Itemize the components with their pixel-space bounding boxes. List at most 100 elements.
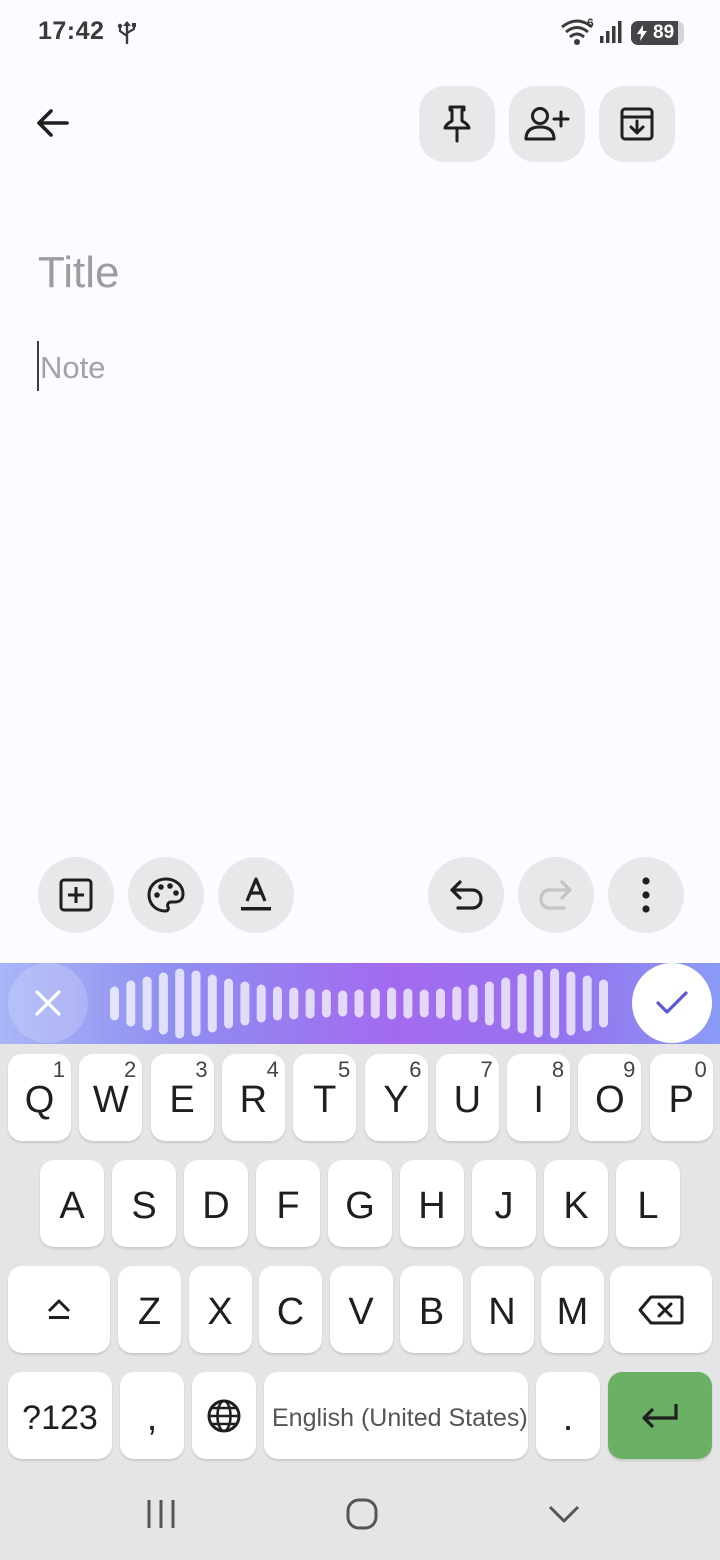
- key-label: S: [131, 1185, 157, 1227]
- key-x[interactable]: X: [188, 1266, 252, 1353]
- wifi-badge: 6: [587, 18, 594, 30]
- key-s[interactable]: S: [112, 1160, 176, 1247]
- back-button[interactable]: [24, 94, 82, 152]
- waveform-bar: [338, 990, 348, 1017]
- home-icon: [346, 1498, 378, 1530]
- waveform-bar: [224, 978, 234, 1029]
- more-options-button[interactable]: [608, 857, 684, 933]
- key-l[interactable]: L: [616, 1160, 680, 1247]
- key-hint: 0: [694, 1057, 707, 1082]
- symbols-key[interactable]: ?123: [8, 1372, 112, 1459]
- key-hint: 4: [266, 1057, 279, 1082]
- language-key[interactable]: [192, 1372, 256, 1459]
- key-hint: 1: [52, 1057, 65, 1082]
- key-t[interactable]: 5T: [293, 1054, 357, 1141]
- waveform-bar: [484, 981, 494, 1026]
- waveform-bar: [207, 974, 217, 1033]
- note-input[interactable]: [38, 344, 678, 392]
- waveform-bar: [158, 972, 168, 1035]
- voice-done-button[interactable]: [632, 963, 712, 1043]
- signal-icon: [599, 20, 623, 49]
- key-label: T: [313, 1079, 337, 1121]
- key-b[interactable]: B: [400, 1266, 463, 1353]
- waveform-bar: [582, 975, 592, 1032]
- space-key-label: English (United States): [272, 1404, 528, 1432]
- key-n[interactable]: N: [470, 1266, 534, 1353]
- key-q[interactable]: 1Q: [8, 1054, 71, 1141]
- waveform-bar: [240, 981, 250, 1026]
- waveform-bar: [419, 989, 429, 1018]
- waveform-bar: [566, 971, 576, 1036]
- close-icon: [35, 990, 61, 1016]
- key-g[interactable]: G: [328, 1160, 392, 1247]
- space-key[interactable]: English (United States): [264, 1372, 528, 1459]
- key-label: I: [533, 1079, 544, 1121]
- archive-button[interactable]: [599, 86, 675, 162]
- key-a[interactable]: A: [40, 1160, 104, 1247]
- check-icon: [656, 991, 688, 1014]
- period-key[interactable]: .: [536, 1372, 600, 1459]
- key-d[interactable]: D: [184, 1160, 248, 1247]
- voice-input-bar: [0, 963, 720, 1044]
- pin-button[interactable]: [419, 86, 495, 162]
- voice-cancel-button[interactable]: [8, 963, 88, 1043]
- more-vert-icon: [642, 877, 650, 913]
- key-e[interactable]: 3E: [150, 1054, 214, 1141]
- undo-button[interactable]: [428, 857, 504, 933]
- key-h[interactable]: H: [400, 1160, 464, 1247]
- title-input[interactable]: [38, 244, 678, 302]
- key-i[interactable]: 8I: [507, 1054, 571, 1141]
- enter-icon: [642, 1403, 678, 1428]
- waveform-bar: [321, 989, 331, 1018]
- key-m[interactable]: M: [541, 1266, 604, 1353]
- backspace-icon: [638, 1295, 684, 1324]
- waveform-bar: [387, 987, 397, 1020]
- status-bar: 17:42 6 89: [0, 0, 720, 66]
- home-button[interactable]: [338, 1490, 386, 1538]
- globe-icon: [207, 1399, 241, 1432]
- key-hint: 5: [337, 1057, 351, 1082]
- comma-key[interactable]: ,: [120, 1372, 184, 1459]
- key-z[interactable]: Z: [118, 1266, 181, 1353]
- key-j[interactable]: J: [472, 1160, 536, 1247]
- key-f[interactable]: F: [256, 1160, 320, 1247]
- key-label: W: [92, 1079, 129, 1121]
- key-k[interactable]: K: [544, 1160, 608, 1247]
- text-format-button[interactable]: [218, 857, 294, 933]
- add-attachment-button[interactable]: [38, 857, 114, 933]
- background-color-button[interactable]: [128, 857, 204, 933]
- shift-key[interactable]: [8, 1266, 110, 1353]
- waveform-bar: [354, 989, 364, 1018]
- waveform-bar: [305, 988, 315, 1019]
- key-label: M: [556, 1291, 589, 1333]
- backspace-key[interactable]: [610, 1266, 712, 1353]
- nav-back-button[interactable]: [540, 1490, 588, 1538]
- key-u[interactable]: 7U: [435, 1054, 499, 1141]
- key-c[interactable]: C: [259, 1266, 322, 1353]
- key-p[interactable]: 0P: [649, 1054, 713, 1141]
- redo-button[interactable]: [518, 857, 594, 933]
- key-v[interactable]: V: [329, 1266, 393, 1353]
- waveform-bar: [256, 984, 266, 1023]
- key-label: Y: [383, 1079, 409, 1121]
- key-label: L: [637, 1185, 659, 1227]
- key-y[interactable]: 6Y: [364, 1054, 428, 1141]
- symbols-key-label: ?123: [22, 1399, 98, 1437]
- key-label: P: [668, 1079, 694, 1121]
- charging-icon: [636, 25, 648, 46]
- key-o[interactable]: 9O: [578, 1054, 642, 1141]
- key-w[interactable]: 2W: [79, 1054, 143, 1141]
- key-label: J: [494, 1185, 514, 1227]
- shift-icon: [47, 1299, 71, 1319]
- arrow-left-icon: [37, 109, 69, 137]
- recents-button[interactable]: [137, 1490, 185, 1538]
- key-label: B: [418, 1291, 445, 1333]
- waveform-bar: [517, 973, 527, 1034]
- waveform-bar: [468, 984, 478, 1023]
- waveform-bar: [175, 968, 185, 1039]
- usb-icon: [116, 20, 138, 51]
- palette-icon: [147, 877, 185, 913]
- add-collaborator-button[interactable]: [509, 86, 585, 162]
- key-r[interactable]: 4R: [221, 1054, 285, 1141]
- enter-key[interactable]: [608, 1372, 712, 1459]
